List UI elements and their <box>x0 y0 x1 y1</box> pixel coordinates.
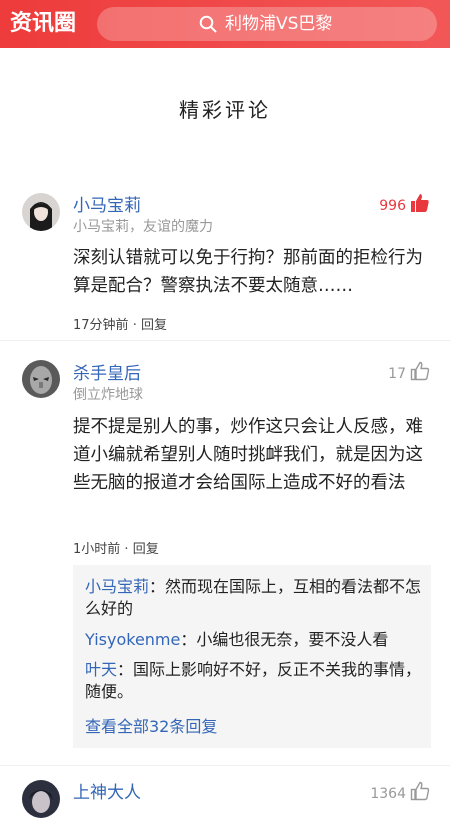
commenter-name[interactable]: 小马宝莉 <box>73 191 141 216</box>
search-icon <box>199 15 217 33</box>
section-title: 精彩评论 <box>179 98 271 122</box>
commenter-name[interactable]: 上神大人 <box>73 778 141 803</box>
top-bar: 资讯圈 利物浦VS巴黎 <box>0 0 450 48</box>
avatar-image <box>22 360 60 398</box>
like-count: 996 <box>379 198 406 214</box>
commenter-name[interactable]: 杀手皇后 <box>73 359 141 384</box>
reply-author[interactable]: 小马宝莉 <box>85 577 149 596</box>
reply-button[interactable]: 回复 <box>141 318 167 333</box>
reply-item[interactable]: Yisyokenme：小编也很无奈，要不没人看 <box>85 629 425 651</box>
avatar[interactable] <box>22 193 60 231</box>
meta-separator: · <box>124 542 133 557</box>
reply-text: 小编也很无奈，要不没人看 <box>196 630 389 649</box>
app-logo[interactable]: 资讯圈 <box>10 9 76 39</box>
thumbs-up-filled-icon <box>411 194 429 212</box>
comment-text: 提不提是别人的事，炒作这只会让人反感，难道小编就希望别人随时挑衅我们，就是因为这… <box>73 417 423 493</box>
reply-author[interactable]: 叶天 <box>85 660 117 679</box>
comment-meta: 1小时前 · 回复 <box>73 538 159 557</box>
divider <box>0 340 450 341</box>
avatar-image <box>22 193 60 231</box>
meta-separator: · <box>132 318 141 333</box>
avatar-image <box>22 780 60 818</box>
replies-box: 小马宝莉：然而现在国际上，互相的看法都不怎么好的 Yisyokenme：小编也很… <box>73 565 431 748</box>
avatar[interactable] <box>22 360 60 398</box>
like-count: 17 <box>388 366 406 382</box>
reply-item[interactable]: 叶天：国际上影响好不好，反正不关我的事情，随便。 <box>85 659 425 703</box>
reply-item[interactable]: 小马宝莉：然而现在国际上，互相的看法都不怎么好的 <box>85 576 425 620</box>
search-bar[interactable]: 利物浦VS巴黎 <box>97 7 437 41</box>
comment-text: 深刻认错就可以免于行拘？那前面的拒检行为算是配合？警察执法不要太随意…… <box>73 248 423 296</box>
commenter-subtitle: 小马宝莉，友谊的魔力 <box>73 219 213 235</box>
comment-time: 17分钟前 <box>73 318 129 333</box>
reply-text: 国际上影响好不好，反正不关我的事情，随便。 <box>85 660 422 701</box>
thumbs-up-icon <box>410 781 430 801</box>
thumbs-up-icon <box>410 361 430 381</box>
view-all-replies-link[interactable]: 查看全部32条回复 <box>85 713 217 737</box>
reply-author[interactable]: Yisyokenme <box>85 630 180 649</box>
like-button[interactable]: 996 <box>379 193 430 215</box>
divider <box>0 765 450 766</box>
commenter-subtitle: 倒立炸地球 <box>73 387 143 403</box>
avatar[interactable] <box>22 780 60 818</box>
reply-colon: ： <box>149 577 166 596</box>
comment-meta: 17分钟前 · 回复 <box>73 314 167 333</box>
like-button[interactable]: 17 <box>388 361 430 383</box>
reply-colon: ： <box>180 630 197 649</box>
search-query: 利物浦VS巴黎 <box>225 14 333 34</box>
comment-time: 1小时前 <box>73 542 121 557</box>
reply-button[interactable]: 回复 <box>133 542 159 557</box>
reply-colon: ： <box>117 660 134 679</box>
